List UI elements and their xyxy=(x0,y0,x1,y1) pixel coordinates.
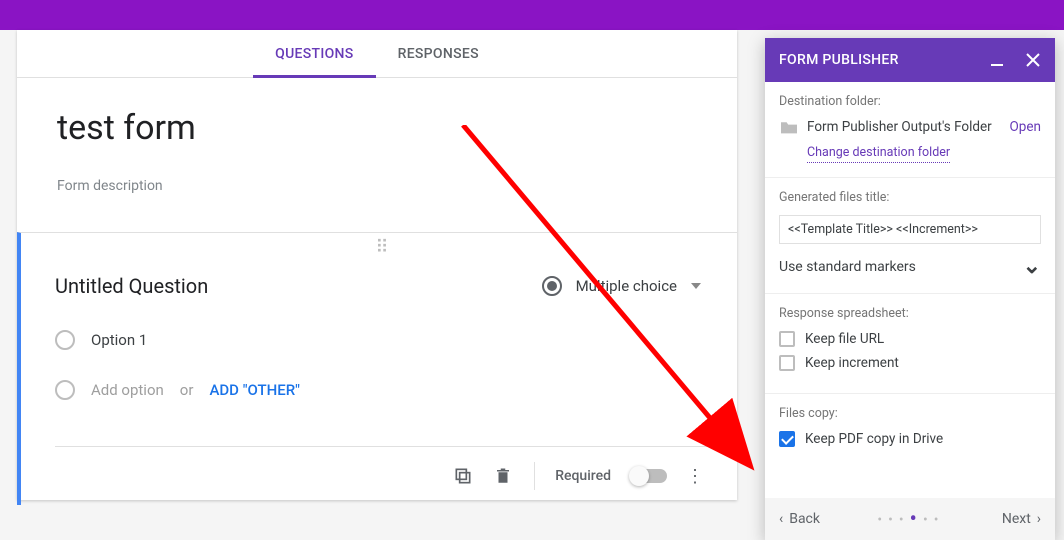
add-other-button[interactable]: ADD "OTHER" xyxy=(209,381,300,399)
drag-handle-icon[interactable]: ⠿ xyxy=(55,233,711,258)
close-icon[interactable] xyxy=(1025,52,1041,68)
option-label: Option 1 xyxy=(91,331,147,349)
copy-icon xyxy=(453,466,473,486)
files-copy-section: Files copy: Keep PDF copy in Drive xyxy=(765,394,1055,469)
question-card: ⠿ Untitled Question Multiple choice Opti… xyxy=(17,232,737,505)
form-publisher-panel: FORM PUBLISHER Destination folder: Form … xyxy=(765,38,1055,540)
open-folder-link[interactable]: Open xyxy=(1010,119,1041,135)
spreadsheet-section: Response spreadsheet: Keep file URL Keep… xyxy=(765,294,1055,394)
generated-title-section: Generated files title: Use standard mark… xyxy=(765,178,1055,294)
radio-outline-icon xyxy=(55,330,75,350)
form-editor-card: QUESTIONS RESPONSES test form Form descr… xyxy=(17,30,737,500)
divider xyxy=(534,462,535,490)
generated-title-input[interactable] xyxy=(779,215,1041,244)
trash-icon xyxy=(494,466,512,486)
spreadsheet-label: Response spreadsheet: xyxy=(779,306,1041,321)
radio-icon xyxy=(542,276,562,296)
question-type-select[interactable]: Multiple choice xyxy=(532,270,711,302)
next-button[interactable]: Next › xyxy=(1002,511,1041,527)
chevron-right-icon: › xyxy=(1037,511,1041,527)
panel-footer: ‹ Back •••••• Next › xyxy=(765,498,1055,540)
change-destination-link[interactable]: Change destination folder xyxy=(807,145,950,163)
files-copy-label: Files copy: xyxy=(779,406,1041,421)
dropdown-icon xyxy=(691,283,701,289)
more-vertical-icon: ⋮ xyxy=(686,466,706,487)
app-top-bar xyxy=(0,0,1064,30)
delete-button[interactable] xyxy=(488,461,518,491)
chevron-left-icon: ‹ xyxy=(779,511,783,527)
generated-title-label: Generated files title: xyxy=(779,190,1041,205)
required-label: Required xyxy=(555,468,611,484)
question-type-label: Multiple choice xyxy=(576,277,677,295)
keep-increment-label: Keep increment xyxy=(805,355,899,371)
required-toggle[interactable] xyxy=(631,469,667,483)
editor-tabs: QUESTIONS RESPONSES xyxy=(17,30,737,78)
add-option-row: Add option or ADD "OTHER" xyxy=(55,380,711,400)
duplicate-button[interactable] xyxy=(448,461,478,491)
keep-pdf-label: Keep PDF copy in Drive xyxy=(805,431,943,447)
tab-responses[interactable]: RESPONSES xyxy=(376,30,501,77)
radio-outline-icon xyxy=(55,380,75,400)
form-header: test form Form description xyxy=(17,78,737,214)
back-button[interactable]: ‹ Back xyxy=(779,511,820,527)
destination-label: Destination folder: xyxy=(779,94,1041,109)
markers-label: Use standard markers xyxy=(779,259,916,275)
panel-title: FORM PUBLISHER xyxy=(779,52,991,68)
destination-section: Destination folder: Form Publisher Outpu… xyxy=(765,82,1055,178)
or-text: or xyxy=(180,381,194,399)
checkbox-icon xyxy=(779,331,795,347)
form-description[interactable]: Form description xyxy=(57,178,697,194)
toggle-thumb xyxy=(629,466,649,486)
more-button[interactable]: ⋮ xyxy=(681,461,711,491)
checkbox-checked-icon xyxy=(779,431,795,447)
option-row[interactable]: Option 1 xyxy=(55,330,711,350)
add-option-text[interactable]: Add option xyxy=(91,381,164,399)
markers-dropdown[interactable]: Use standard markers ⌄ xyxy=(779,254,1041,279)
destination-folder-name: Form Publisher Output's Folder xyxy=(807,119,1002,135)
keep-pdf-checkbox[interactable]: Keep PDF copy in Drive xyxy=(779,431,1041,447)
minimize-icon[interactable] xyxy=(991,64,1003,66)
step-indicator: •••••• xyxy=(820,507,1002,532)
form-title[interactable]: test form xyxy=(57,108,697,148)
next-label: Next xyxy=(1002,511,1031,527)
question-title[interactable]: Untitled Question xyxy=(55,274,532,298)
keep-url-label: Keep file URL xyxy=(805,331,884,347)
chevron-down-icon: ⌄ xyxy=(1023,254,1041,279)
keep-increment-checkbox[interactable]: Keep increment xyxy=(779,355,1041,371)
question-footer: Required ⋮ xyxy=(55,446,711,505)
checkbox-icon xyxy=(779,355,795,371)
tab-questions[interactable]: QUESTIONS xyxy=(253,30,375,77)
folder-icon xyxy=(779,119,799,135)
panel-header: FORM PUBLISHER xyxy=(765,38,1055,82)
keep-url-checkbox[interactable]: Keep file URL xyxy=(779,331,1041,347)
back-label: Back xyxy=(789,511,820,527)
